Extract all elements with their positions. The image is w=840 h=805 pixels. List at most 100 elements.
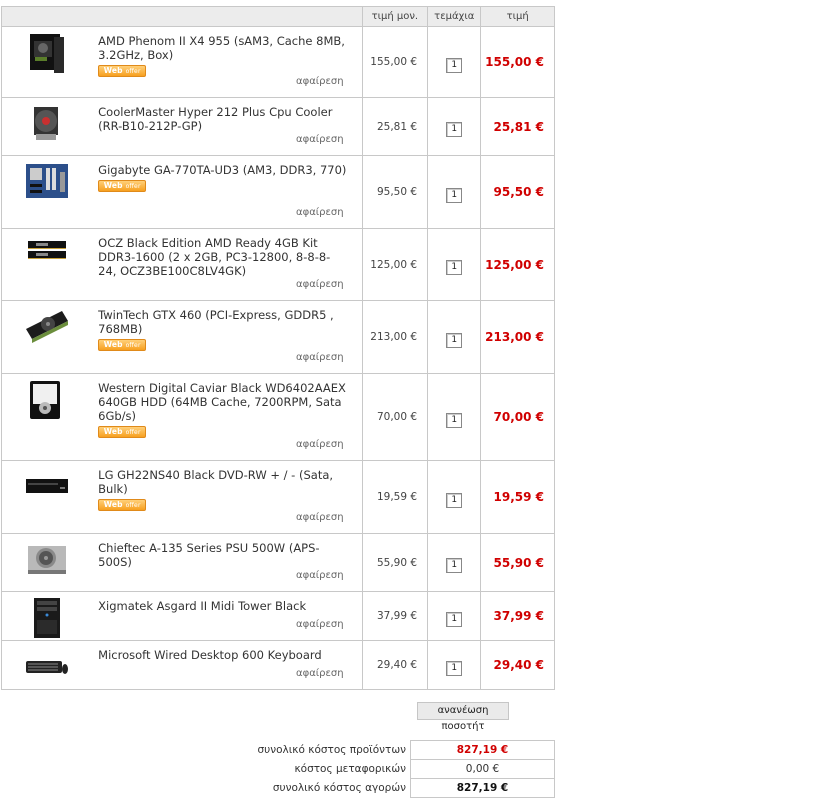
line-total: 125,00 € bbox=[480, 228, 555, 301]
grand-total-label: συνολικό κόστος αγορών bbox=[272, 782, 406, 794]
product-name-cell: Microsoft Wired Desktop 600 Keyboard αφαί… bbox=[94, 640, 363, 690]
product-name-cell: Western Digital Caviar Black WD6402AAEX … bbox=[94, 373, 363, 461]
remove-item-link[interactable]: αφαίρεση bbox=[296, 134, 344, 145]
pc-case-icon[interactable] bbox=[24, 598, 70, 638]
web-offer-badge-web: Web bbox=[103, 500, 123, 509]
product-name-link[interactable]: Microsoft Wired Desktop 600 Keyboard bbox=[98, 648, 348, 662]
product-name-link[interactable]: LG GH22NS40 Black DVD-RW + / - (Sata, Bu… bbox=[98, 468, 348, 496]
unit-price: 125,00 € bbox=[361, 228, 429, 301]
ram-icon[interactable] bbox=[24, 235, 70, 275]
power-supply-icon[interactable] bbox=[24, 540, 70, 580]
header-quantity: τεμάχια bbox=[427, 6, 482, 27]
cpu-cooler-icon[interactable] bbox=[24, 104, 70, 144]
remove-item-link[interactable]: αφαίρεση bbox=[296, 668, 344, 679]
product-info: LG GH22NS40 Black DVD-RW + / - (Sata, Bu… bbox=[98, 468, 348, 511]
product-info: Microsoft Wired Desktop 600 Keyboard bbox=[98, 648, 348, 662]
product-image-cell bbox=[1, 373, 95, 461]
product-image-cell bbox=[1, 591, 95, 641]
web-offer-badge-web: Web bbox=[103, 340, 123, 349]
line-total: 37,99 € bbox=[480, 591, 555, 641]
remove-item-link[interactable]: αφαίρεση bbox=[296, 279, 344, 290]
remove-item-link[interactable]: αφαίρεση bbox=[296, 619, 344, 630]
quantity-cell: 1 bbox=[427, 26, 482, 98]
keyboard-icon[interactable] bbox=[24, 647, 70, 687]
product-info: Western Digital Caviar Black WD6402AAEX … bbox=[98, 381, 348, 438]
line-total: 95,50 € bbox=[480, 155, 555, 229]
remove-item-link[interactable]: αφαίρεση bbox=[296, 439, 344, 450]
grand-total-value: 827,19 € bbox=[410, 778, 555, 798]
remove-item-link[interactable]: αφαίρεση bbox=[296, 570, 344, 581]
product-name-link[interactable]: OCZ Black Edition AMD Ready 4GB Kit DDR3… bbox=[98, 236, 348, 278]
hard-drive-icon[interactable] bbox=[24, 380, 70, 420]
product-info: OCZ Black Edition AMD Ready 4GB Kit DDR3… bbox=[98, 236, 348, 278]
remove-item-link[interactable]: αφαίρεση bbox=[296, 352, 344, 363]
quantity-input[interactable]: 1 bbox=[446, 187, 463, 203]
product-name-cell: Xigmatek Asgard II Midi Tower Black αφαίρ… bbox=[94, 591, 363, 641]
cart-item-row: OCZ Black Edition AMD Ready 4GB Kit DDR3… bbox=[1, 228, 555, 301]
product-name-link[interactable]: Chieftec A-135 Series PSU 500W (APS-500S… bbox=[98, 541, 348, 569]
quantity-cell: 1 bbox=[427, 533, 482, 592]
product-name-cell: Gigabyte GA-770TA-UD3 (AM3, DDR3, 770) We… bbox=[94, 155, 363, 229]
dvd-drive-icon[interactable] bbox=[24, 467, 70, 507]
shipping-cost-value: 0,00 € bbox=[410, 759, 555, 779]
quantity-cell: 1 bbox=[427, 228, 482, 301]
cart-item-row: TwinTech GTX 460 (PCI-Express, GDDR5 , 7… bbox=[1, 300, 555, 374]
shipping-cost-label: κόστος μεταφορικών bbox=[294, 763, 406, 775]
unit-price: 70,00 € bbox=[361, 373, 429, 461]
quantity-input[interactable]: 1 bbox=[446, 412, 463, 428]
product-image-cell bbox=[1, 640, 95, 690]
product-image-cell bbox=[1, 460, 95, 534]
remove-item-link[interactable]: αφαίρεση bbox=[296, 512, 344, 523]
quantity-input[interactable]: 1 bbox=[446, 57, 463, 73]
unit-price: 55,90 € bbox=[361, 533, 429, 592]
cart-table: τιμή μον. τεμάχια τιμή AMD Phenom II X4 … bbox=[1, 6, 555, 690]
quantity-cell: 1 bbox=[427, 640, 482, 690]
quantity-input[interactable]: 1 bbox=[446, 122, 463, 137]
update-quantities-button[interactable]: ανανέωση ποσοτήτ bbox=[417, 702, 509, 732]
header-blank bbox=[1, 6, 363, 27]
web-offer-badge: Web offer bbox=[98, 426, 147, 438]
product-name-link[interactable]: Gigabyte GA-770TA-UD3 (AM3, DDR3, 770) bbox=[98, 163, 348, 177]
quantity-input[interactable]: 1 bbox=[446, 660, 463, 676]
quantity-input[interactable]: 1 bbox=[446, 260, 463, 275]
line-total: 25,81 € bbox=[480, 97, 555, 156]
quantity-input[interactable]: 1 bbox=[446, 332, 463, 348]
quantity-input[interactable]: 1 bbox=[446, 558, 463, 573]
quantity-input[interactable]: 1 bbox=[446, 492, 463, 508]
product-name-link[interactable]: AMD Phenom II X4 955 (sAM3, Cache 8MB, 3… bbox=[98, 34, 348, 62]
remove-item-link[interactable]: αφαίρεση bbox=[296, 207, 344, 218]
quantity-cell: 1 bbox=[427, 591, 482, 641]
web-offer-badge: Web offer bbox=[98, 180, 147, 192]
cart-item-row: Western Digital Caviar Black WD6402AAEX … bbox=[1, 373, 555, 461]
product-info: Gigabyte GA-770TA-UD3 (AM3, DDR3, 770) We… bbox=[98, 163, 348, 192]
product-name-link[interactable]: TwinTech GTX 460 (PCI-Express, GDDR5 , 7… bbox=[98, 308, 348, 336]
remove-item-link[interactable]: αφαίρεση bbox=[296, 76, 344, 87]
web-offer-badge-web: Web bbox=[103, 181, 123, 190]
quantity-input[interactable]: 1 bbox=[446, 611, 463, 627]
unit-price: 25,81 € bbox=[361, 97, 429, 156]
product-name-link[interactable]: Western Digital Caviar Black WD6402AAEX … bbox=[98, 381, 348, 423]
header-unit-price: τιμή μον. bbox=[361, 6, 429, 27]
graphics-card-icon[interactable] bbox=[24, 307, 70, 347]
line-total: 29,40 € bbox=[480, 640, 555, 690]
product-image-cell bbox=[1, 300, 95, 374]
product-name-cell: OCZ Black Edition AMD Ready 4GB Kit DDR3… bbox=[94, 228, 363, 301]
header-price: τιμή bbox=[480, 6, 555, 27]
cart-item-row: AMD Phenom II X4 955 (sAM3, Cache 8MB, 3… bbox=[1, 26, 555, 98]
cpu-box-icon[interactable] bbox=[24, 33, 70, 73]
order-summary: συνολικό κόστος προϊόντων 827,19 € κόστο… bbox=[180, 740, 555, 798]
product-name-cell: Chieftec A-135 Series PSU 500W (APS-500S… bbox=[94, 533, 363, 592]
cart-item-row: Gigabyte GA-770TA-UD3 (AM3, DDR3, 770) We… bbox=[1, 155, 555, 229]
product-name-link[interactable]: CoolerMaster Hyper 212 Plus Cpu Cooler (… bbox=[98, 105, 348, 133]
cart-header-row: τιμή μον. τεμάχια τιμή bbox=[1, 6, 555, 27]
quantity-cell: 1 bbox=[427, 373, 482, 461]
web-offer-badge: Web offer bbox=[98, 339, 147, 351]
product-info: TwinTech GTX 460 (PCI-Express, GDDR5 , 7… bbox=[98, 308, 348, 351]
product-name-link[interactable]: Xigmatek Asgard II Midi Tower Black bbox=[98, 599, 348, 613]
quantity-cell: 1 bbox=[427, 97, 482, 156]
products-total-label: συνολικό κόστος προϊόντων bbox=[257, 744, 406, 756]
cart-item-row: LG GH22NS40 Black DVD-RW + / - (Sata, Bu… bbox=[1, 460, 555, 534]
product-info: Chieftec A-135 Series PSU 500W (APS-500S… bbox=[98, 541, 348, 569]
product-info: Xigmatek Asgard II Midi Tower Black bbox=[98, 599, 348, 613]
motherboard-icon[interactable] bbox=[24, 162, 70, 202]
